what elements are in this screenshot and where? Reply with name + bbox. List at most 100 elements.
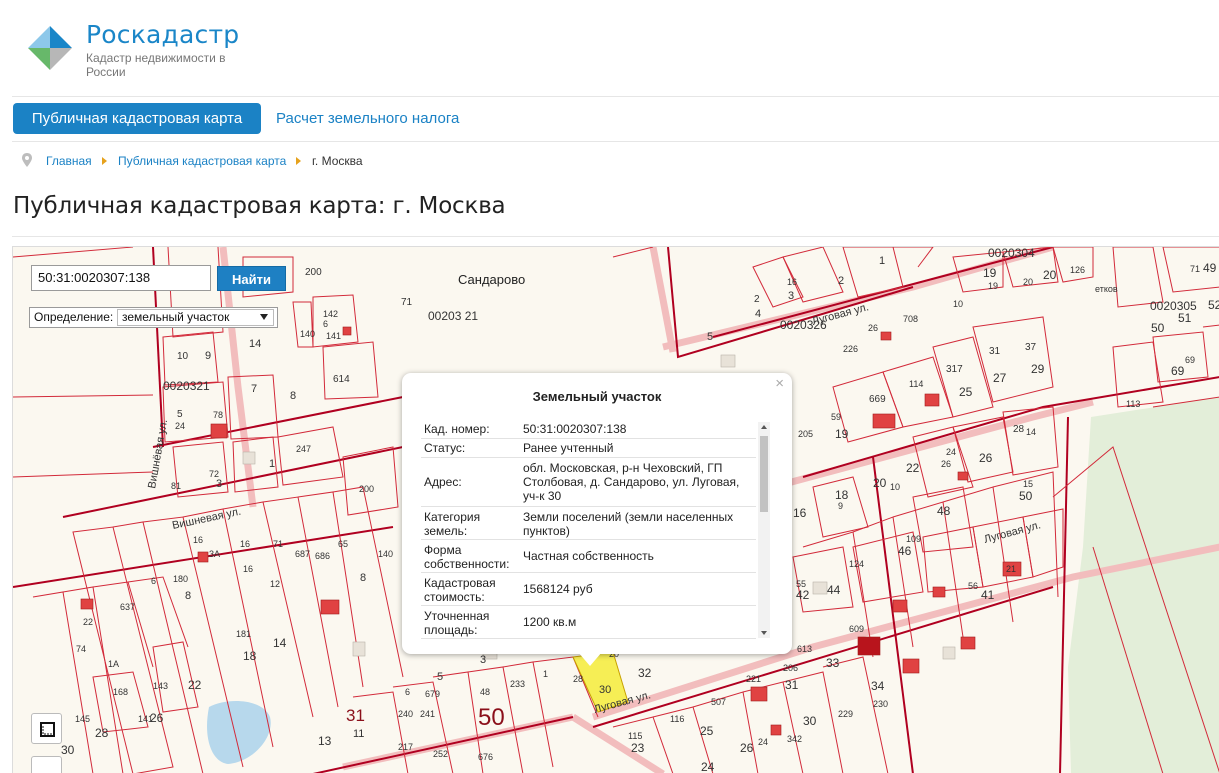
svg-text:8: 8 bbox=[185, 590, 191, 602]
nav-divider bbox=[12, 141, 1219, 142]
breadcrumb-map[interactable]: Публичная кадастровая карта bbox=[118, 153, 286, 169]
scroll-down-icon[interactable] bbox=[761, 631, 767, 635]
popup-title: Земельный участок bbox=[532, 389, 662, 404]
svg-text:5: 5 bbox=[177, 409, 183, 420]
svg-text:50: 50 bbox=[478, 704, 505, 731]
svg-text:116: 116 bbox=[670, 714, 684, 724]
svg-text:1: 1 bbox=[879, 255, 885, 267]
svg-text:19: 19 bbox=[988, 281, 998, 291]
info-key: Форма собственности: bbox=[424, 543, 510, 571]
svg-text:27: 27 bbox=[993, 371, 1007, 385]
parcel-info-popup: × Земельный участок Кад. номер: 50:31:00… bbox=[402, 373, 792, 666]
svg-text:59: 59 bbox=[831, 412, 841, 422]
popup-scrollbar[interactable] bbox=[758, 422, 770, 638]
svg-text:145: 145 bbox=[75, 714, 90, 724]
svg-text:143: 143 bbox=[153, 681, 168, 691]
brand-subtitle: Кадастр недвижимости в России bbox=[86, 51, 226, 79]
info-value: Земли поселений (земли населенных пункто… bbox=[523, 510, 734, 538]
info-key: Уточненная площадь: bbox=[424, 609, 490, 637]
svg-text:0020321: 0020321 bbox=[163, 379, 210, 393]
svg-text:42: 42 bbox=[796, 588, 810, 602]
svg-text:26: 26 bbox=[868, 323, 878, 333]
svg-text:11: 11 bbox=[353, 728, 364, 740]
svg-text:16: 16 bbox=[193, 535, 203, 545]
svg-text:00203 21: 00203 21 bbox=[428, 309, 478, 323]
svg-text:8: 8 bbox=[360, 572, 366, 584]
svg-text:9: 9 bbox=[205, 350, 211, 362]
svg-text:74: 74 bbox=[76, 644, 86, 654]
svg-text:142: 142 bbox=[323, 309, 338, 319]
svg-text:14: 14 bbox=[273, 636, 287, 650]
svg-text:14: 14 bbox=[249, 338, 261, 350]
svg-text:22: 22 bbox=[906, 461, 920, 475]
svg-text:200: 200 bbox=[359, 484, 374, 494]
svg-text:етков: етков bbox=[1095, 284, 1118, 294]
svg-text:126: 126 bbox=[1070, 265, 1085, 275]
svg-text:16: 16 bbox=[787, 277, 797, 287]
roskadastr-logo-icon bbox=[28, 26, 72, 70]
page-title: Публичная кадастровая карта: г. Москва bbox=[13, 193, 506, 219]
nav-cadastral-map[interactable]: Публичная кадастровая карта bbox=[13, 103, 261, 134]
layers-tool-button[interactable] bbox=[31, 756, 62, 773]
svg-text:48: 48 bbox=[937, 504, 951, 518]
nav-land-tax[interactable]: Расчет земельного налога bbox=[276, 103, 459, 134]
svg-text:686: 686 bbox=[315, 551, 330, 561]
brand-title[interactable]: Роскадастр bbox=[86, 20, 239, 49]
svg-text:26: 26 bbox=[740, 741, 754, 755]
svg-text:6: 6 bbox=[323, 319, 328, 329]
search-input[interactable]: 50:31:0020307:138 bbox=[31, 265, 211, 291]
breadcrumb-home[interactable]: Главная bbox=[46, 153, 92, 169]
svg-text:24: 24 bbox=[946, 447, 956, 457]
svg-text:22: 22 bbox=[83, 617, 93, 627]
info-value: 1568124 руб bbox=[523, 582, 593, 596]
svg-text:140: 140 bbox=[300, 329, 315, 339]
svg-text:507: 507 bbox=[711, 697, 726, 707]
svg-text:24: 24 bbox=[758, 737, 768, 747]
forest-area bbox=[1068, 397, 1219, 773]
svg-text:241: 241 bbox=[420, 709, 435, 719]
svg-text:252: 252 bbox=[433, 749, 448, 759]
svg-text:181: 181 bbox=[236, 629, 251, 639]
svg-text:10: 10 bbox=[177, 351, 189, 362]
svg-text:18: 18 bbox=[835, 488, 849, 502]
svg-text:221: 221 bbox=[746, 674, 761, 684]
info-row: Кад. номер: 50:31:0020307:138 bbox=[421, 419, 756, 439]
svg-text:10: 10 bbox=[953, 299, 963, 309]
svg-text:687: 687 bbox=[295, 549, 310, 559]
svg-text:9: 9 bbox=[838, 501, 843, 511]
breadcrumb-arrow-icon bbox=[102, 157, 107, 165]
info-value: Ранее учтенный bbox=[523, 441, 614, 455]
definition-select[interactable]: земельный участок bbox=[117, 309, 274, 326]
svg-text:240: 240 bbox=[398, 709, 413, 719]
svg-text:56: 56 bbox=[968, 581, 978, 591]
svg-text:Вишнёвая ул.: Вишнёвая ул. bbox=[146, 418, 170, 489]
breadcrumb-current: г. Москва bbox=[312, 154, 363, 168]
svg-text:8: 8 bbox=[290, 390, 296, 402]
svg-text:26: 26 bbox=[941, 459, 951, 469]
svg-text:19: 19 bbox=[835, 427, 849, 441]
svg-text:41: 41 bbox=[981, 588, 995, 602]
svg-text:33: 33 bbox=[826, 656, 840, 670]
popup-pointer bbox=[578, 652, 602, 666]
info-key: Категория земель: bbox=[424, 510, 481, 538]
info-row: Форма собственности: Частная собственнос… bbox=[421, 540, 756, 573]
definition-label: Определение: bbox=[34, 310, 114, 324]
svg-text:71: 71 bbox=[401, 297, 413, 308]
search-button[interactable]: Найти bbox=[217, 266, 286, 291]
svg-text:109: 109 bbox=[906, 534, 921, 544]
svg-text:180: 180 bbox=[173, 574, 188, 584]
cadastral-map[interactable]: Сандарово 00203 21 0020326 0020321 00203… bbox=[12, 246, 1219, 773]
svg-text:16: 16 bbox=[240, 539, 250, 549]
location-pin-icon bbox=[22, 153, 32, 167]
svg-text:113: 113 bbox=[1126, 399, 1140, 409]
scroll-thumb[interactable] bbox=[760, 436, 768, 512]
svg-text:37: 37 bbox=[1025, 342, 1037, 353]
scroll-up-icon[interactable] bbox=[761, 425, 767, 429]
svg-text:12: 12 bbox=[270, 579, 280, 589]
svg-text:78: 78 bbox=[213, 410, 223, 420]
info-key: Кад. номер: bbox=[424, 422, 490, 436]
svg-text:30: 30 bbox=[61, 743, 75, 757]
svg-text:230: 230 bbox=[873, 699, 888, 709]
svg-text:46: 46 bbox=[898, 544, 912, 558]
measure-tool-button[interactable] bbox=[31, 713, 62, 744]
